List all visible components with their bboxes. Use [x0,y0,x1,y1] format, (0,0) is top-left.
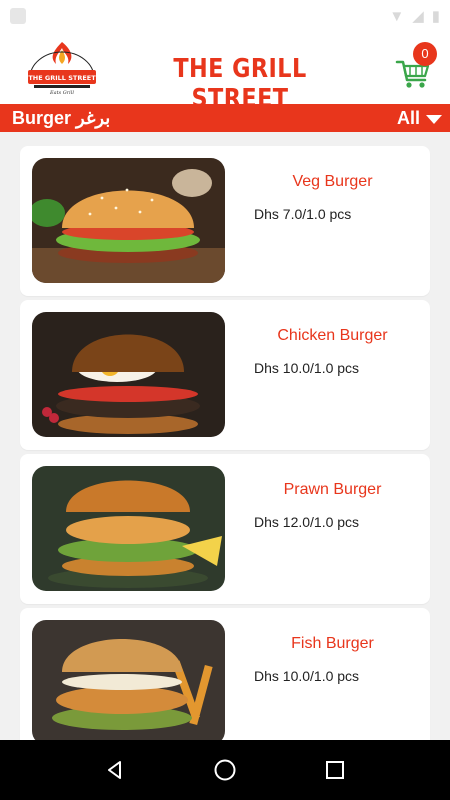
notification-icon [10,8,26,24]
category-label[interactable]: Burger برغر [12,108,110,129]
product-name: Veg Burger [292,173,373,190]
filter-dropdown[interactable]: All [397,108,442,129]
product-name: Chicken Burger [277,327,388,344]
battery-icon: ▮ [431,8,440,25]
product-price: Dhs 10.0/1.0 pcs [254,360,360,376]
product-price: Dhs 12.0/1.0 pcs [254,514,360,530]
chicken-burger-photo [32,312,225,437]
wifi-icon: ▼ [389,7,405,25]
product-price: Dhs 7.0/1.0 pcs [254,206,352,222]
veg-burger-photo [32,158,225,283]
fish-burger-photo [32,620,225,745]
product-card-fish-burger[interactable]: Fish Burger Dhs 10.0/1.0 pcs [20,608,430,758]
logo-tagline-text: Eats Grill [49,90,74,96]
cart-count-badge: 0 [413,42,437,66]
home-icon [214,759,236,781]
status-bar: ▼ ◢ ▮ [0,0,450,32]
product-price: Dhs 10.0/1.0 pcs [254,668,360,684]
app-header: THE GRILL STREET Eats Grill THE GRILL ST… [0,32,450,114]
chevron-down-icon [426,114,442,124]
signal-icon: ◢ [412,8,424,25]
home-button[interactable] [210,755,240,785]
recents-icon [326,761,344,779]
back-icon [108,761,121,779]
product-list: Veg Burger Dhs 7.0/1.0 pcs Chicken Burge… [20,146,430,762]
product-name: Prawn Burger [283,481,382,498]
cart-button[interactable]: 0 [395,42,439,94]
product-name: Fish Burger [291,635,374,652]
filter-value: All [396,107,420,128]
product-card-veg-burger[interactable]: Veg Burger Dhs 7.0/1.0 pcs [20,146,430,296]
grill-street-logo: THE GRILL STREET Eats Grill [22,38,102,98]
back-button[interactable] [100,755,130,785]
prawn-burger-photo [32,466,225,591]
recents-button[interactable] [320,755,350,785]
product-card-prawn-burger[interactable]: Prawn Burger Dhs 12.0/1.0 pcs [20,454,430,604]
system-navigation-bar [0,740,450,800]
product-card-chicken-burger[interactable]: Chicken Burger Dhs 10.0/1.0 pcs [20,300,430,450]
logo-name-text: THE GRILL STREET [28,74,96,82]
category-bar: Burger برغر All [0,104,450,132]
